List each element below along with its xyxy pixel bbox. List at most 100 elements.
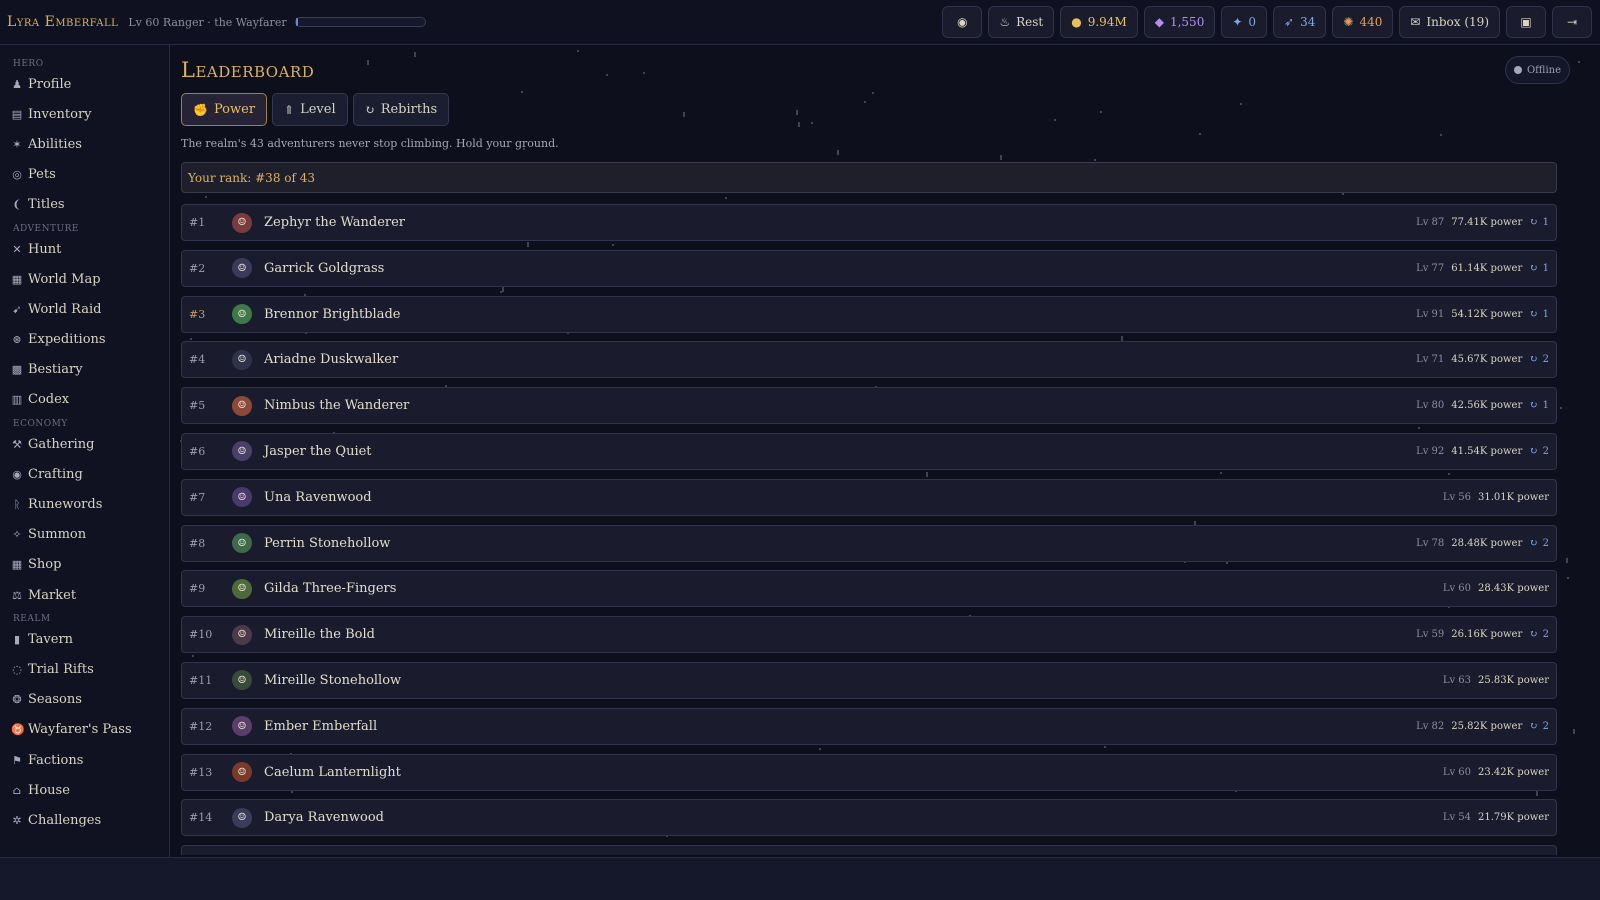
- avatar: ☺: [232, 670, 252, 691]
- sidebar-item-world-raid[interactable]: ➹ World Raid: [0, 294, 169, 324]
- leaderboard-row[interactable]: #5 ☺ Nimbus the Wanderer Lv 80 42.56K power ↻…: [181, 387, 1557, 425]
- inbox-button[interactable]: ✉ Inbox (19): [1399, 6, 1500, 38]
- sidebar-item-trial-rifts[interactable]: ◌ Trial Rifts: [0, 654, 169, 684]
- pickaxe-icon: ⚒: [12, 437, 22, 451]
- sidebar-item-label: Expeditions: [28, 332, 106, 348]
- sidebar-item-label: Pets: [28, 167, 56, 183]
- sidebar-item-profile[interactable]: ♟ Profile: [0, 69, 169, 99]
- sidebar-item-label: Bestiary: [28, 362, 83, 378]
- player-stats: Lv 77 61.14K power ↻ 1: [1416, 263, 1549, 274]
- status-dot-icon: [1513, 66, 1522, 74]
- player-level: Lv 71: [1416, 354, 1445, 366]
- rebirth-icon: ↻: [1529, 537, 1538, 549]
- tab-label: Power: [213, 102, 256, 117]
- sidebar-item-label: House: [28, 782, 70, 798]
- essence-counter[interactable]: ✦ 0: [1221, 6, 1268, 38]
- tab-level[interactable]: ⇑ Level: [272, 93, 348, 126]
- avatar: ☺: [232, 304, 252, 325]
- rebirth-value: 1: [1542, 262, 1549, 274]
- sidebar-item-factions[interactable]: ⚑ Factions: [0, 745, 169, 775]
- bottom-bar: [0, 857, 1600, 900]
- leaderboard-row[interactable]: #14 ☺ Darya Ravenwood Lv 54 21.79K power: [181, 799, 1557, 837]
- leaderboard-list: #1 ☺ Zephyr the Wanderer Lv 87 77.41K power ↻…: [181, 204, 1557, 856]
- leaderboard-row[interactable]: #9 ☺ Gilda Three-Fingers Lv 60 28.43K power: [181, 570, 1557, 608]
- sidebar-item-inventory[interactable]: ▤ Inventory: [0, 99, 169, 129]
- sidebar-item-wayfarer-s-pass[interactable]: ♉ Wayfarer's Pass: [0, 715, 169, 745]
- logout-button[interactable]: ⇥: [1552, 6, 1592, 38]
- leaderboard-row[interactable]: #8 ☺ Perrin Stonehollow Lv 78 28.48K power ↻ 2: [181, 524, 1557, 562]
- player-name: Una Ravenwood: [264, 489, 372, 505]
- leaderboard-row[interactable]: #11 ☺ Mireille Stonehollow Lv 63 25.83K powe…: [181, 661, 1557, 699]
- sidebar-item-expeditions[interactable]: ⊛ Expeditions: [0, 325, 169, 355]
- tankard-icon: ▮: [13, 632, 21, 646]
- player-stats: Lv 78 28.48K power ↻ 2: [1416, 538, 1549, 549]
- sidebar-item-market[interactable]: ⚖ Market: [0, 580, 169, 610]
- fist-icon: ✊: [193, 102, 208, 117]
- sidebar-item-label: Profile: [28, 76, 72, 92]
- spark-counter[interactable]: ✺ 440: [1332, 6, 1394, 38]
- door-icon: ⇥: [1566, 15, 1578, 29]
- sidebar-item-crafting[interactable]: ◉ Crafting: [0, 459, 169, 489]
- sidebar-section-economy: Economy: [13, 419, 68, 430]
- player-name: Mireille the Bold: [264, 627, 375, 643]
- laurel-icon: ❨: [12, 198, 22, 212]
- player-level: Lv 60: [1442, 766, 1472, 778]
- sidebar-item-summon[interactable]: ✧ Summon: [0, 520, 169, 550]
- gem-counter[interactable]: ◆ 1,550: [1143, 6, 1216, 38]
- leaderboard-row[interactable]: #6 ☺ Jasper the Quiet Lv 92 41.54K power ↻ 2: [181, 432, 1557, 470]
- sidebar: Hero ♟ Profile ▤ Inventory ✶ Abilities ◎ Pets ❨ Ti…: [0, 45, 170, 857]
- player-power: 28.43K power: [1478, 583, 1549, 595]
- leaderboard-row[interactable]: #13 ☺ Caelum Lanternlight Lv 60 23.42K power: [181, 753, 1557, 791]
- sidebar-item-house[interactable]: ⌂ House: [0, 775, 169, 805]
- sidebar-item-titles[interactable]: ❨ Titles: [0, 190, 169, 220]
- save-button[interactable]: ▣: [1506, 6, 1546, 38]
- player-power: 41.54K power: [1451, 445, 1523, 457]
- leaderboard-subtitle: The realm's 43 adventurers never stop cl…: [181, 137, 559, 150]
- sidebar-item-label: Hunt: [28, 241, 62, 257]
- avatar: ☺: [232, 441, 252, 462]
- sidebar-item-tavern[interactable]: ▮ Tavern: [0, 624, 169, 654]
- tab-power[interactable]: ✊ Power: [181, 93, 268, 126]
- rebirth-icon: ↻: [1529, 629, 1538, 641]
- feather-counter[interactable]: ➶ 34: [1273, 6, 1327, 38]
- essence-counter-label: 0: [1248, 15, 1257, 29]
- leaderboard-row[interactable]: #3 ☺ Brennor Brightblade Lv 91 54.12K power ↻…: [181, 295, 1557, 333]
- tab-rebirths[interactable]: ↻ Rebirths: [352, 93, 450, 126]
- backpack-icon: ▤: [11, 107, 23, 121]
- page-title: Leaderboard: [181, 58, 315, 82]
- leaderboard-row[interactable]: #2 ☺ Garrick Goldgrass Lv 77 61.14K power ↻ 1: [181, 249, 1557, 287]
- sidebar-section-realm: Realm: [13, 614, 51, 625]
- sidebar-item-bestiary[interactable]: ▩ Bestiary: [0, 355, 169, 385]
- sidebar-item-challenges[interactable]: ✲ Challenges: [0, 805, 169, 835]
- hero-name: Lyra Emberfall: [7, 14, 119, 30]
- rebirth-count: ↻ 1: [1529, 217, 1549, 228]
- leaderboard-row[interactable]: #7 ☺ Una Ravenwood Lv 56 31.01K power: [181, 478, 1557, 516]
- sidebar-item-label: Shop: [28, 557, 62, 573]
- spellbook-button[interactable]: ◉: [942, 6, 983, 38]
- sidebar-item-runewords[interactable]: ᚱ Runewords: [0, 489, 169, 519]
- leaderboard-row[interactable]: #4 ☺ Ariadne Duskwalker Lv 71 45.67K power ↻ 2: [181, 341, 1557, 379]
- tab-label: Rebirths: [380, 102, 438, 117]
- leaderboard-row[interactable]: #1 ☺ Zephyr the Wanderer Lv 87 77.41K power ↻…: [181, 204, 1557, 241]
- sidebar-section-adventure: Adventure: [13, 223, 79, 234]
- sidebar-item-hunt[interactable]: ✕ Hunt: [0, 234, 169, 264]
- leaderboard-row[interactable]: #12 ☺ Ember Emberfall Lv 82 25.82K power ↻ 2: [181, 707, 1557, 745]
- rank-number: #6: [189, 444, 206, 458]
- sidebar-item-world-map[interactable]: ▦ World Map: [0, 264, 169, 294]
- sidebar-item-shop[interactable]: ▦ Shop: [0, 550, 169, 580]
- beast-icon: ▩: [11, 363, 23, 377]
- sidebar-item-label: Gathering: [28, 436, 95, 452]
- sidebar-item-seasons[interactable]: ❂ Seasons: [0, 685, 169, 715]
- player-stats: Lv 82 25.82K power ↻ 2: [1416, 721, 1549, 732]
- avatar: ☺: [232, 212, 252, 233]
- sidebar-item-abilities[interactable]: ✶ Abilities: [0, 129, 169, 159]
- rank-number: #13: [189, 765, 213, 779]
- leaderboard-row[interactable]: #10 ☺ Mireille the Bold Lv 59 26.16K power ↻ 2: [181, 616, 1557, 654]
- sidebar-item-pets[interactable]: ◎ Pets: [0, 160, 169, 190]
- gold-counter[interactable]: ● 9.94M: [1060, 6, 1138, 38]
- sidebar-item-gathering[interactable]: ⚒ Gathering: [0, 429, 169, 459]
- rest-button[interactable]: ♨ Rest: [988, 6, 1055, 38]
- person-icon: ♟: [12, 77, 22, 91]
- sidebar-item-codex[interactable]: ▥ Codex: [0, 385, 169, 415]
- status-label: Offline: [1526, 64, 1561, 76]
